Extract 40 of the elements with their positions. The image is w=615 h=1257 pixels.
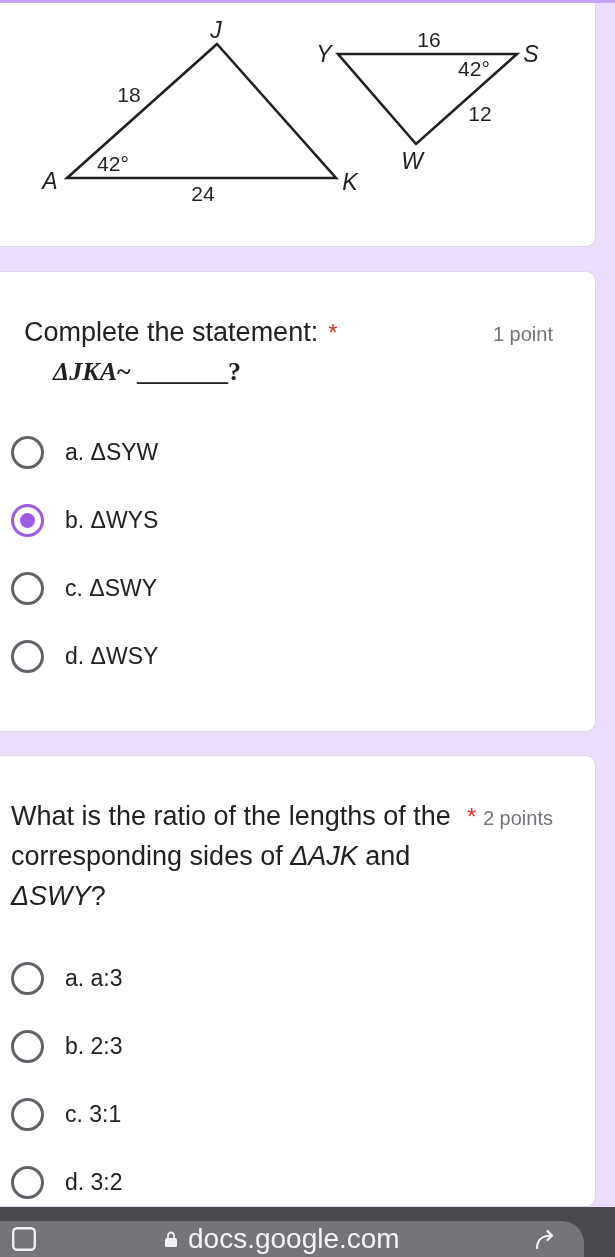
url-text[interactable]: docs.google.com — [188, 1225, 400, 1253]
lock-icon — [165, 1231, 177, 1247]
radio-button[interactable] — [11, 503, 44, 537]
side-length-label: 16 — [417, 27, 441, 51]
points-label: 2 points — [482, 806, 553, 831]
vertex-label: J — [210, 17, 222, 43]
option-label: d. ΔWSY — [65, 642, 159, 670]
option-label: a. a:3 — [65, 964, 123, 992]
question-title: Complete the statement: — [24, 316, 319, 349]
side-length-label: 18 — [117, 82, 141, 106]
vertex-label: K — [342, 169, 358, 195]
side-length-label: 24 — [191, 181, 215, 205]
address-bar[interactable]: docs.google.com — [0, 1221, 584, 1257]
radio-button[interactable] — [11, 639, 44, 673]
curved-arrow-icon[interactable] — [535, 1229, 555, 1249]
vertex-label: A — [42, 168, 58, 194]
radio-button[interactable] — [11, 1097, 44, 1131]
required-asterisk: * — [328, 318, 338, 348]
vertex-label: S — [523, 41, 539, 67]
side-length-label: 12 — [468, 101, 492, 125]
option-label: a. ΔSYW — [65, 438, 159, 466]
points-label: 1 point — [492, 322, 553, 347]
radio-button[interactable] — [11, 961, 44, 995]
angle-label: 42° — [97, 151, 129, 175]
radio-button[interactable] — [11, 435, 44, 469]
radio-button[interactable] — [11, 1165, 44, 1199]
vertex-label: W — [401, 148, 423, 174]
option-label: d. 3:2 — [65, 1168, 123, 1196]
angle-label: 42° — [458, 56, 490, 80]
option-label: c. ΔSWY — [65, 574, 158, 602]
question-statement: ΔJKA~ _______? — [53, 356, 241, 388]
radio-button[interactable] — [11, 1029, 44, 1063]
vertex-label: Y — [316, 41, 332, 67]
required-asterisk: * — [467, 802, 477, 832]
radio-button[interactable] — [11, 571, 44, 605]
option-label: b. ΔWYS — [65, 506, 159, 534]
question-title: What is the ratio of the lengths of the corresponding sides of ΔAJK and ΔSWY? — [11, 800, 452, 913]
tabs-icon[interactable] — [12, 1227, 36, 1251]
option-label: c. 3:1 — [65, 1100, 122, 1128]
option-label: b. 2:3 — [65, 1032, 123, 1060]
